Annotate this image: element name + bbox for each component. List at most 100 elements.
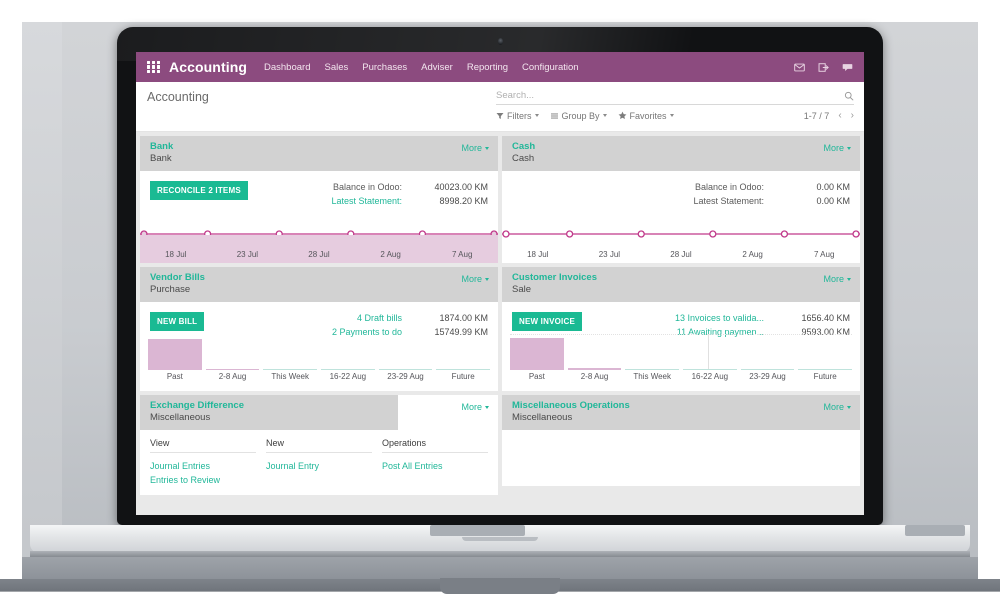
dropdown-item-journal-entries[interactable]: Journal Entries: [150, 459, 256, 473]
more-dropdown-button[interactable]: More: [823, 142, 851, 153]
navbar-menu: Dashboard Sales Purchases Adviser Report…: [264, 62, 579, 73]
card-header: Bank Bank More: [140, 136, 498, 171]
pager-next-icon[interactable]: ›: [851, 110, 854, 121]
chevron-down-icon: [847, 405, 851, 409]
chevron-down-icon: [847, 146, 851, 150]
laptop-hinge-left: [430, 525, 525, 536]
dropdown-item-journal-entry[interactable]: Journal Entry: [266, 459, 372, 473]
laptop-base-pad: [440, 578, 560, 594]
card-title[interactable]: Miscellaneous Operations: [512, 400, 630, 412]
bar-column: [321, 334, 375, 370]
x-tick: Future: [451, 372, 475, 381]
stat-label: Balance in Odoo:: [332, 181, 402, 192]
more-dropdown-menu: View Journal Entries Entries to Review N…: [140, 429, 498, 495]
bar-column: [683, 334, 737, 370]
group-by-dropdown[interactable]: Group By: [550, 111, 607, 121]
bar: [740, 368, 795, 370]
card-title[interactable]: Vendor Bills: [150, 272, 205, 284]
card-title[interactable]: Customer Invoices: [512, 272, 597, 284]
x-tick: 7 Aug: [451, 250, 473, 259]
customer-invoices-bar-chart: Past 2-8 Aug This Week 16-22 Aug 23-29 A…: [510, 334, 853, 386]
card-subtitle: Purchase: [150, 283, 191, 295]
journal-card-vendor-bills[interactable]: Vendor Bills Purchase More NEW BILL 4 Dr…: [140, 267, 498, 391]
card-title[interactable]: Cash: [512, 141, 535, 153]
stat-label[interactable]: Latest Statement:: [284, 194, 402, 208]
nav-item-reporting[interactable]: Reporting: [467, 62, 508, 73]
bar: [148, 339, 202, 370]
search-icon[interactable]: [844, 91, 854, 101]
bar: [263, 368, 318, 370]
stat-label[interactable]: 4 Draft bills: [284, 311, 402, 325]
bar-plot-area: [510, 334, 853, 370]
stat-row: Latest Statement: 8998.20 KM: [284, 194, 488, 208]
laptop-deck-notch: [462, 537, 538, 541]
journal-card-miscellaneous-operations[interactable]: Miscellaneous Operations Miscellaneous M…: [502, 395, 860, 486]
more-dropdown-button[interactable]: More: [461, 142, 489, 153]
sparkline-x-labels: 18 Jul 23 Jul 28 Jul 2 Aug 7 Aug: [502, 250, 860, 259]
app-brand-title[interactable]: Accounting: [169, 59, 247, 75]
dropdown-item-post-all-entries[interactable]: Post All Entries: [382, 459, 488, 473]
card-header: Customer Invoices Sale More: [502, 267, 860, 302]
dropdown-column-view: View Journal Entries Entries to Review: [150, 438, 256, 487]
bar-column: [205, 334, 260, 370]
x-tick: 23-29 Aug: [749, 372, 786, 381]
bar-column: [510, 334, 564, 370]
journal-card-exchange-difference[interactable]: Exchange Difference Miscellaneous More V…: [140, 395, 498, 495]
card-stats: Balance in Odoo: 40023.00 KM Latest Stat…: [284, 180, 488, 208]
dropdown-item-entries-to-review[interactable]: Entries to Review: [150, 473, 256, 487]
favorites-dropdown[interactable]: Favorites: [618, 111, 674, 121]
group-by-icon: [550, 113, 558, 118]
pager: 1-7 / 7 ‹ ›: [804, 110, 854, 121]
journal-card-customer-invoices[interactable]: Customer Invoices Sale More NEW INVOICE …: [502, 267, 860, 391]
x-tick: 18 Jul: [165, 250, 187, 259]
more-label: More: [461, 274, 482, 284]
more-dropdown-button[interactable]: More: [823, 401, 851, 412]
x-tick: 16-22 Aug: [691, 372, 729, 381]
mail-icon[interactable]: [794, 62, 805, 73]
dropdown-column-header: Operations: [382, 438, 488, 453]
new-invoice-button[interactable]: NEW INVOICE: [512, 311, 582, 331]
nav-item-adviser[interactable]: Adviser: [421, 62, 453, 73]
stat-value: 0.00 KM: [816, 195, 850, 206]
bar-column: [567, 334, 622, 370]
app-navbar: Accounting Dashboard Sales Purchases Adv…: [136, 52, 864, 82]
bar-column: [625, 334, 680, 370]
control-panel: Accounting Filters: [136, 82, 864, 132]
card-title[interactable]: Exchange Difference: [150, 400, 244, 412]
filters-dropdown[interactable]: Filters: [496, 111, 539, 121]
bar: [567, 368, 622, 370]
journal-card-cash[interactable]: Cash Cash More Balance in Odoo: 0.00 KM: [502, 136, 860, 263]
nav-item-purchases[interactable]: Purchases: [362, 62, 407, 73]
new-bill-button[interactable]: NEW BILL: [150, 311, 205, 331]
more-label: More: [823, 274, 844, 284]
card-header: Cash Cash More: [502, 136, 860, 171]
more-dropdown-button[interactable]: More: [823, 273, 851, 284]
journal-card-bank[interactable]: Bank Bank More RECONCILE 2 ITEMS Balance…: [140, 136, 498, 263]
chevron-down-icon: [847, 277, 851, 281]
background-panel-left: [22, 22, 62, 570]
x-tick: 28 Jul: [670, 250, 692, 259]
apps-grid-icon[interactable]: [147, 60, 160, 74]
stat-value: 0.00 KM: [816, 181, 850, 192]
card-title[interactable]: Bank: [150, 141, 173, 153]
bar: [436, 368, 491, 370]
group-by-label: Group By: [561, 110, 600, 121]
filter-icon: [496, 112, 504, 119]
x-tick: 2-8 Aug: [218, 372, 247, 381]
stat-label[interactable]: 13 Invoices to valida...: [646, 311, 764, 325]
activity-icon[interactable]: [818, 62, 829, 73]
reconcile-button[interactable]: RECONCILE 2 ITEMS: [150, 180, 248, 200]
x-tick: This Week: [633, 372, 671, 381]
screenshot-stage: Accounting Dashboard Sales Purchases Adv…: [0, 0, 1000, 600]
nav-item-sales[interactable]: Sales: [324, 62, 348, 73]
more-dropdown-button[interactable]: More: [461, 401, 489, 412]
search-bar[interactable]: [496, 90, 854, 105]
more-label: More: [461, 402, 482, 412]
messages-icon[interactable]: [842, 62, 853, 73]
pager-prev-icon[interactable]: ‹: [838, 110, 841, 121]
more-dropdown-button[interactable]: More: [461, 273, 489, 284]
search-input[interactable]: [496, 90, 844, 101]
card-subtitle: Miscellaneous: [512, 411, 573, 423]
nav-item-configuration[interactable]: Configuration: [522, 62, 579, 73]
nav-item-dashboard[interactable]: Dashboard: [264, 62, 310, 73]
